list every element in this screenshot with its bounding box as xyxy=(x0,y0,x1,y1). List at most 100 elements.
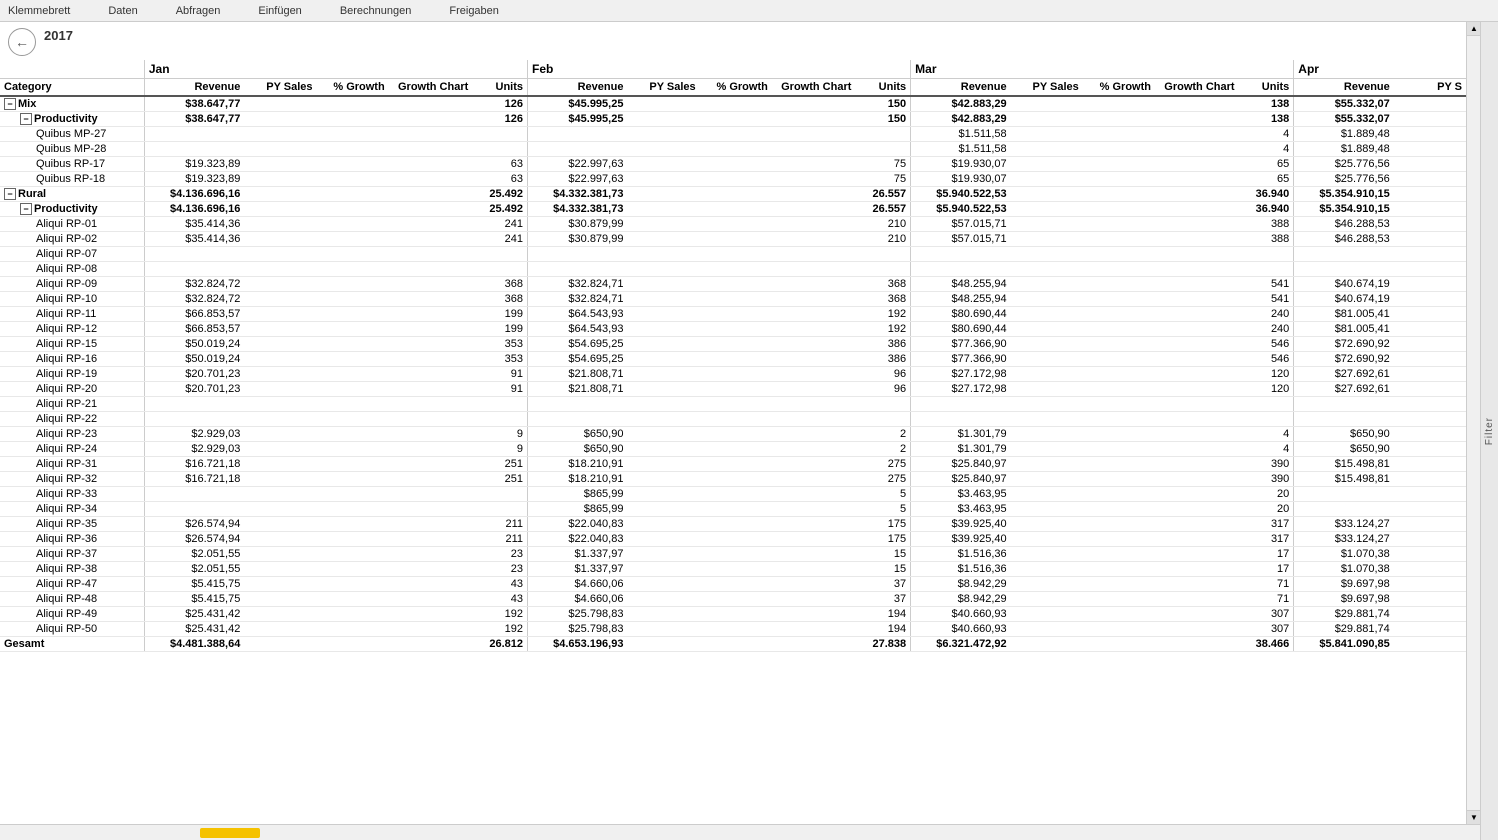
scroll-thumb[interactable] xyxy=(200,828,260,838)
row-name-label: Aliqui RP-08 xyxy=(36,263,97,275)
category-cell: Aliqui RP-31 xyxy=(0,457,144,472)
data-cell: $865,99 xyxy=(528,502,628,517)
category-cell: Aliqui RP-19 xyxy=(0,367,144,382)
data-cell xyxy=(244,412,316,427)
data-cell: 36.940 xyxy=(1244,202,1294,217)
data-cell xyxy=(317,127,389,142)
data-cell: $1.511,58 xyxy=(911,142,1011,157)
data-cell: $650,90 xyxy=(528,442,628,457)
data-cell xyxy=(244,487,316,502)
data-cell xyxy=(244,337,316,352)
menu-klemmebrett[interactable]: Klemmebrett xyxy=(4,3,74,19)
data-cell xyxy=(1011,232,1083,247)
data-cell xyxy=(1394,172,1466,187)
scroll-up-button[interactable]: ▲ xyxy=(1467,22,1481,36)
data-cell: 192 xyxy=(861,307,911,322)
collapse-icon[interactable]: − xyxy=(4,98,16,110)
data-cell xyxy=(1011,382,1083,397)
data-cell: 192 xyxy=(478,622,528,637)
data-cell xyxy=(389,532,478,547)
data-cell xyxy=(244,607,316,622)
collapse-icon[interactable]: − xyxy=(20,113,32,125)
data-cell xyxy=(389,337,478,352)
data-cell xyxy=(772,412,861,427)
horizontal-scrollbar[interactable] xyxy=(0,824,1480,840)
data-cell xyxy=(1011,352,1083,367)
table-row: Aliqui RP-10$32.824,72368$32.824,71368$4… xyxy=(0,292,1466,307)
data-cell xyxy=(772,127,861,142)
menu-einfuegen[interactable]: Einfügen xyxy=(254,3,305,19)
data-cell xyxy=(1394,382,1466,397)
data-cell: $5.415,75 xyxy=(144,577,244,592)
row-name-label: Aliqui RP-47 xyxy=(36,578,97,590)
table-row: Aliqui RP-38$2.051,5523$1.337,9715$1.516… xyxy=(0,562,1466,577)
data-cell xyxy=(700,547,772,562)
data-cell xyxy=(317,487,389,502)
data-cell: $16.721,18 xyxy=(144,472,244,487)
category-cell: Aliqui RP-21 xyxy=(0,397,144,412)
data-cell: $50.019,24 xyxy=(144,337,244,352)
filter-panel[interactable]: Filter xyxy=(1480,22,1498,840)
data-cell: $15.498,81 xyxy=(1294,472,1394,487)
data-cell xyxy=(1155,112,1244,127)
data-cell xyxy=(627,532,699,547)
row-name-label: Quibus RP-17 xyxy=(36,158,105,170)
data-cell xyxy=(1083,172,1155,187)
row-name-label: Aliqui RP-07 xyxy=(36,248,97,260)
data-cell: $2.051,55 xyxy=(144,547,244,562)
data-cell xyxy=(389,112,478,127)
category-cell: −Mix xyxy=(0,96,144,112)
data-cell xyxy=(1083,157,1155,172)
month-header-row: Jan Feb Mar Apr xyxy=(0,60,1466,79)
data-cell xyxy=(244,232,316,247)
data-cell xyxy=(1011,637,1083,652)
data-cell xyxy=(1394,637,1466,652)
data-cell xyxy=(1394,112,1466,127)
data-cell xyxy=(1011,217,1083,232)
data-cell: 175 xyxy=(861,532,911,547)
row-name-label: Aliqui RP-23 xyxy=(36,428,97,440)
data-cell xyxy=(244,202,316,217)
collapse-icon[interactable]: − xyxy=(4,188,16,200)
category-cell: Aliqui RP-38 xyxy=(0,562,144,577)
col-header-row: Category Revenue PY Sales % Growth Growt… xyxy=(0,79,1466,97)
menu-freigaben[interactable]: Freigaben xyxy=(445,3,503,19)
row-name-label: Aliqui RP-10 xyxy=(36,293,97,305)
data-cell xyxy=(1155,592,1244,607)
data-cell: $64.543,93 xyxy=(528,322,628,337)
category-cell: Aliqui RP-24 xyxy=(0,442,144,457)
data-cell xyxy=(244,577,316,592)
data-cell: 5 xyxy=(861,502,911,517)
table-row: Aliqui RP-19$20.701,2391$21.808,7196$27.… xyxy=(0,367,1466,382)
collapse-icon[interactable]: − xyxy=(20,203,32,215)
data-cell xyxy=(478,397,528,412)
data-cell: $27.692,61 xyxy=(1294,382,1394,397)
menu-berechnungen[interactable]: Berechnungen xyxy=(336,3,416,19)
back-button[interactable]: ← xyxy=(8,28,36,56)
data-cell: 23 xyxy=(478,562,528,577)
data-cell xyxy=(389,487,478,502)
data-cell xyxy=(528,412,628,427)
data-cell xyxy=(317,172,389,187)
data-cell xyxy=(317,427,389,442)
table-row: Aliqui RP-23$2.929,039$650,902$1.301,794… xyxy=(0,427,1466,442)
data-cell: 20 xyxy=(1244,502,1294,517)
data-cell xyxy=(1011,112,1083,127)
vertical-scrollbar[interactable]: ▲ ▼ xyxy=(1466,22,1480,824)
data-cell xyxy=(317,247,389,262)
data-cell xyxy=(1011,427,1083,442)
data-cell xyxy=(317,292,389,307)
data-cell xyxy=(244,622,316,637)
data-cell: $35.414,36 xyxy=(144,232,244,247)
data-cell: $2.051,55 xyxy=(144,562,244,577)
menu-abfragen[interactable]: Abfragen xyxy=(172,3,225,19)
data-cell xyxy=(1394,502,1466,517)
data-cell: 71 xyxy=(1244,577,1294,592)
table-row: Aliqui RP-11$66.853,57199$64.543,93192$8… xyxy=(0,307,1466,322)
th-feb-pysales: PY Sales xyxy=(627,79,699,97)
category-cell: Aliqui RP-08 xyxy=(0,262,144,277)
menu-daten[interactable]: Daten xyxy=(104,3,141,19)
data-cell xyxy=(1394,202,1466,217)
scroll-down-button[interactable]: ▼ xyxy=(1467,810,1481,824)
table-row: Aliqui RP-34$865,995$3.463,9520 xyxy=(0,502,1466,517)
